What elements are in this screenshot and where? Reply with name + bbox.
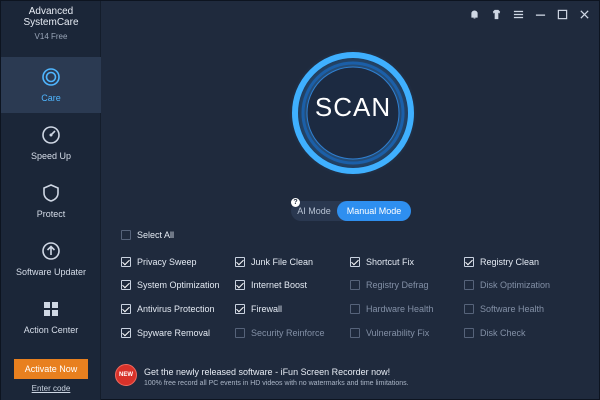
option-label: Vulnerability Fix: [366, 328, 430, 338]
brand: Advanced SystemCare V14 Free: [1, 6, 101, 41]
bell-icon[interactable]: [467, 7, 481, 21]
option-label: Software Health: [480, 304, 545, 314]
scan-label: SCAN: [314, 92, 392, 122]
window-controls: [467, 7, 591, 21]
scan-button[interactable]: SCAN: [288, 48, 418, 178]
checkbox-box[interactable]: [464, 328, 474, 338]
checkbox-box[interactable]: [464, 280, 474, 290]
new-badge-icon: NEW: [115, 364, 137, 386]
checkbox-box[interactable]: [350, 304, 360, 314]
maximize-icon[interactable]: [555, 7, 569, 21]
sidebar-item-label: Care: [41, 93, 61, 103]
option-label: Registry Clean: [480, 257, 540, 267]
option-checkbox[interactable]: Privacy Sweep: [121, 255, 197, 269]
option-checkbox[interactable]: Registry Clean: [464, 255, 539, 269]
close-icon[interactable]: [577, 7, 591, 21]
option-checkbox[interactable]: Firewall: [235, 302, 282, 316]
sidebar-item-label: Speed Up: [30, 151, 72, 161]
care-icon: [41, 67, 61, 87]
select-all-checkbox[interactable]: Select All: [121, 228, 174, 242]
option-label: Privacy Sweep: [137, 257, 197, 267]
option-checkbox[interactable]: Shortcut Fix: [350, 255, 414, 269]
option-checkbox[interactable]: Disk Optimization: [464, 278, 550, 292]
option-label: Security Reinforce: [251, 328, 325, 338]
sidebar-item-care[interactable]: Care: [1, 57, 101, 113]
enter-code-link[interactable]: Enter code: [1, 384, 101, 393]
minimize-icon[interactable]: [533, 7, 547, 21]
option-checkbox[interactable]: Antivirus Protection: [121, 302, 215, 316]
sidebar-item-action-center[interactable]: Action Center: [1, 289, 101, 345]
help-icon[interactable]: ?: [291, 198, 300, 207]
sidebar-item-label: Software Updater: [15, 267, 87, 277]
checkbox-box[interactable]: [464, 304, 474, 314]
option-checkbox[interactable]: Registry Defrag: [350, 278, 429, 292]
checkbox-box[interactable]: [235, 304, 245, 314]
shirt-skin-icon[interactable]: [489, 7, 503, 21]
sidebar-item-speed-up[interactable]: Speed Up: [1, 115, 101, 171]
option-checkbox[interactable]: Hardware Health: [350, 302, 434, 316]
checkbox-box[interactable]: [235, 257, 245, 267]
mode-toggle: AI Mode Manual Mode: [291, 201, 411, 221]
sidebar-item-label: Action Center: [23, 325, 79, 335]
checkbox-box[interactable]: [350, 328, 360, 338]
promo-title[interactable]: Get the newly released software - iFun S…: [144, 367, 390, 377]
option-label: Hardware Health: [366, 304, 434, 314]
sidebar-item-label: Protect: [36, 209, 66, 219]
option-label: Disk Optimization: [480, 280, 551, 290]
checkbox-box[interactable]: [121, 230, 131, 240]
option-label: System Optimization: [137, 280, 220, 290]
speedometer-icon: [41, 125, 61, 145]
option-label: Antivirus Protection: [137, 304, 215, 314]
checkbox-box[interactable]: [235, 328, 245, 338]
option-checkbox[interactable]: Disk Check: [464, 326, 526, 340]
option-checkbox[interactable]: Security Reinforce: [235, 326, 325, 340]
checkbox-box[interactable]: [350, 257, 360, 267]
checkbox-box[interactable]: [121, 257, 131, 267]
promo-subtitle: 100% free record all PC events in HD vid…: [144, 380, 409, 387]
select-all-label: Select All: [137, 230, 175, 240]
option-label: Disk Check: [480, 328, 526, 338]
option-checkbox[interactable]: Junk File Clean: [235, 255, 313, 269]
checkbox-box[interactable]: [121, 304, 131, 314]
grid-icon: [41, 299, 61, 319]
app-title: Advanced SystemCare: [23, 6, 79, 28]
option-label: Junk File Clean: [251, 257, 314, 267]
checkbox-box[interactable]: [121, 280, 131, 290]
option-checkbox[interactable]: Spyware Removal: [121, 326, 210, 340]
checkbox-box[interactable]: [350, 280, 360, 290]
sidebar-item-protect[interactable]: Protect: [1, 173, 101, 229]
option-checkbox[interactable]: System Optimization: [121, 278, 220, 292]
activate-now-button[interactable]: Activate Now: [14, 359, 88, 379]
option-label: Shortcut Fix: [366, 257, 415, 267]
app-window: Advanced SystemCare V14 Free Care Speed …: [0, 0, 600, 400]
option-checkbox[interactable]: Internet Boost: [235, 278, 307, 292]
option-checkbox[interactable]: Software Health: [464, 302, 544, 316]
checkbox-box[interactable]: [464, 257, 474, 267]
update-arrow-icon: [41, 241, 61, 261]
menu-icon[interactable]: [511, 7, 525, 21]
option-label: Firewall: [251, 304, 283, 314]
option-label: Registry Defrag: [366, 280, 429, 290]
sidebar: Advanced SystemCare V14 Free Care Speed …: [1, 1, 101, 400]
option-label: Spyware Removal: [137, 328, 211, 338]
sidebar-item-software-updater[interactable]: Software Updater: [1, 231, 101, 287]
checkbox-box[interactable]: [235, 280, 245, 290]
option-checkbox[interactable]: Vulnerability Fix: [350, 326, 429, 340]
shield-icon: [41, 183, 61, 203]
manual-mode-tab[interactable]: Manual Mode: [337, 201, 411, 221]
app-version: V14 Free: [34, 32, 68, 41]
checkbox-box[interactable]: [121, 328, 131, 338]
option-label: Internet Boost: [251, 280, 308, 290]
